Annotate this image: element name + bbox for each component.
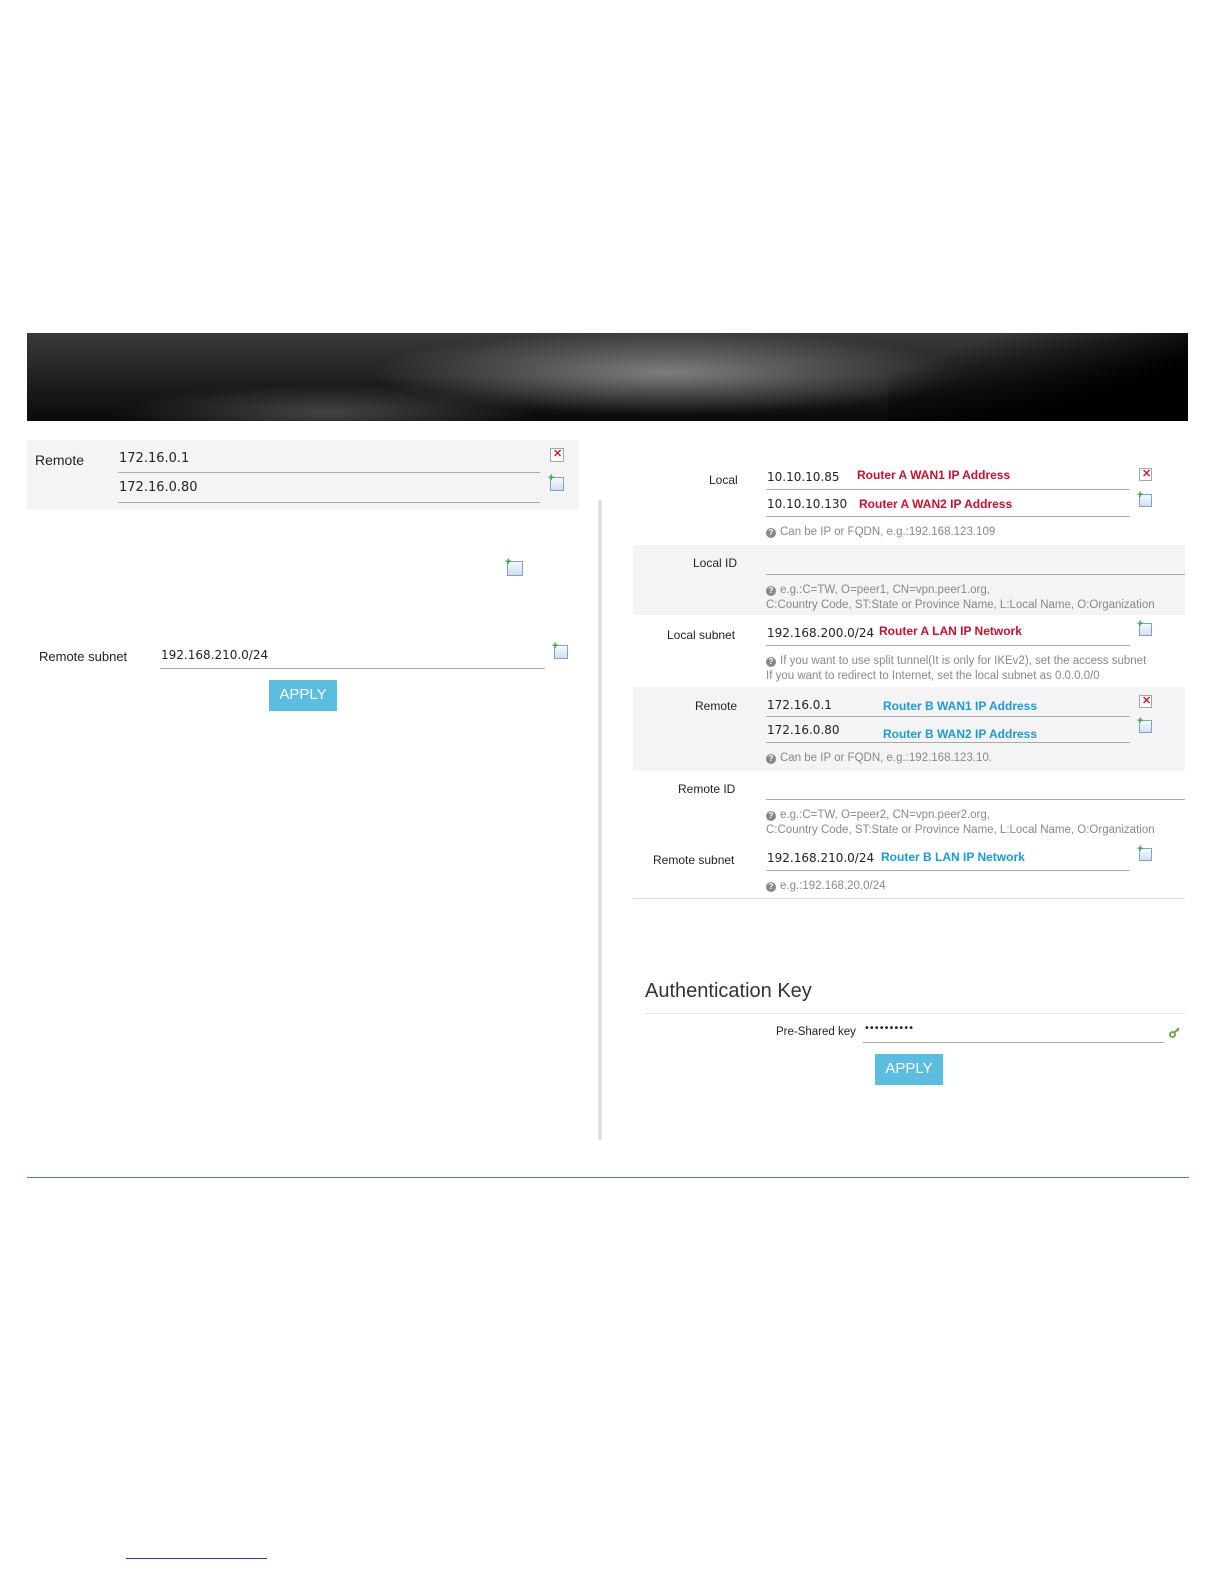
local-id-hint-2: C:Country Code, ST:State or Province Nam… [766,599,1155,611]
remote-input-1-underline [766,716,1130,717]
remote-id-input[interactable] [766,799,1185,800]
help-icon: ? [766,811,776,821]
local-subnet-label: Local subnet [667,628,736,642]
local-label: Local [709,473,738,487]
psk-input[interactable]: •••••••••• [864,1023,914,1034]
remote-hint: ? Can be IP or FQDN, e.g.:192.168.123.10. [766,751,992,766]
left-apply-button[interactable]: APPLY [269,680,337,711]
remote-hint-text: Can be IP or FQDN, e.g.:192.168.123.10. [780,752,993,764]
remote-input-2[interactable]: 172.16.0.80 [767,723,840,737]
add-icon[interactable] [1137,843,1152,861]
add-icon[interactable] [552,640,568,659]
psk-underline [863,1042,1164,1043]
remote-subnet-hint: ? e.g.:192.168.20.0/24 [766,879,886,894]
auth-key-title: Authentication Key [645,980,812,1002]
left-remote-subnet-label: Remote subnet [39,649,128,664]
local-subnet-annotation: Router A LAN IP Network [879,624,1022,638]
help-icon: ? [766,754,776,764]
help-icon: ? [766,882,776,892]
add-icon[interactable] [1137,618,1152,636]
local-hint: ? Can be IP or FQDN, e.g.:192.168.123.109 [766,525,995,540]
delete-icon[interactable] [550,447,564,462]
remote-annotation-1: Router B WAN1 IP Address [883,699,1038,713]
left-remote-input-2[interactable]: 172.16.0.80 [119,480,198,495]
local-subnet-hint: ? If you want to use split tunnel(It is o… [766,654,1146,684]
remote-id-hint-1: e.g.:C=TW, O=peer2, CN=vpn.peer2.org, [780,809,990,821]
local-subnet-input[interactable]: 192.168.200.0/24 [767,626,874,640]
remote-subnet-label: Remote subnet [653,853,735,867]
local-input-2-underline [766,516,1130,517]
add-icon[interactable] [1137,489,1152,507]
remote-subnet-annotation: Router B LAN IP Network [881,850,1025,864]
local-hint-text: Can be IP or FQDN, e.g.:192.168.123.109 [780,526,996,538]
help-icon: ? [766,586,776,596]
local-annotation-2: Router A WAN2 IP Address [859,497,1013,511]
remote-subnet-underline [766,870,1130,871]
remote-annotation-2: Router B WAN2 IP Address [883,727,1038,741]
add-icon[interactable] [505,556,523,576]
local-input-1[interactable]: 10.10.10.85 [767,470,840,484]
auth-key-title-rule [645,1013,1185,1014]
help-icon: ? [766,528,776,538]
delete-icon[interactable] [1139,467,1152,481]
panel-divider [598,500,602,1140]
left-remote-input-2-underline [118,502,540,503]
psk-label: Pre-Shared key [776,1026,856,1038]
right-apply-button[interactable]: APPLY [875,1054,943,1085]
local-subnet-underline [766,645,1130,646]
left-remote-subnet-input[interactable]: 192.168.210.0/24 [161,648,268,662]
delete-icon[interactable] [1139,694,1152,708]
remote-id-hint: ? e.g.:C=TW, O=peer2, CN=vpn.peer2.org, C… [766,808,1155,838]
remote-id-hint-2: C:Country Code, ST:State or Province Nam… [766,824,1155,836]
remote-id-label: Remote ID [678,782,736,796]
local-subnet-hint-1: If you want to use split tunnel(It is on… [780,655,1147,667]
remote-subnet-hint-text: e.g.:192.168.20.0/24 [780,880,886,892]
local-id-hint: ? e.g.:C=TW, O=peer1, CN=vpn.peer1.org, C… [766,583,1155,613]
local-id-hint-1: e.g.:C=TW, O=peer1, CN=vpn.peer1.org, [780,584,990,596]
footer-link-underline[interactable] [126,1558,267,1559]
local-id-label: Local ID [693,556,738,570]
remote-subnet-input[interactable]: 192.168.210.0/24 [767,851,874,865]
local-id-input[interactable] [766,574,1185,575]
add-icon[interactable] [548,472,564,491]
left-remote-input-1[interactable]: 172.16.0.1 [119,451,189,466]
key-icon-glyph [1169,1027,1180,1038]
key-icon[interactable] [1169,1025,1180,1038]
left-remote-label: Remote [35,452,85,468]
page-bottom-rule [27,1177,1189,1178]
local-subnet-hint-2: If you want to redirect to Internet, set… [766,670,1100,682]
remote-label: Remote [695,699,738,713]
local-input-1-underline [766,489,1130,490]
local-annotation-1: Router A WAN1 IP Address [857,468,1011,482]
left-remote-subnet-underline [160,668,545,669]
header-banner [27,333,1188,421]
remote-input-2-underline [766,742,1130,743]
local-input-2[interactable]: 10.10.10.130 [767,497,847,511]
left-remote-input-1-underline [118,472,540,473]
help-icon: ? [766,657,776,667]
section-divider [633,898,1185,899]
add-icon[interactable] [1137,715,1152,733]
remote-input-1[interactable]: 172.16.0.1 [767,698,832,712]
left-remote-section [27,440,579,510]
